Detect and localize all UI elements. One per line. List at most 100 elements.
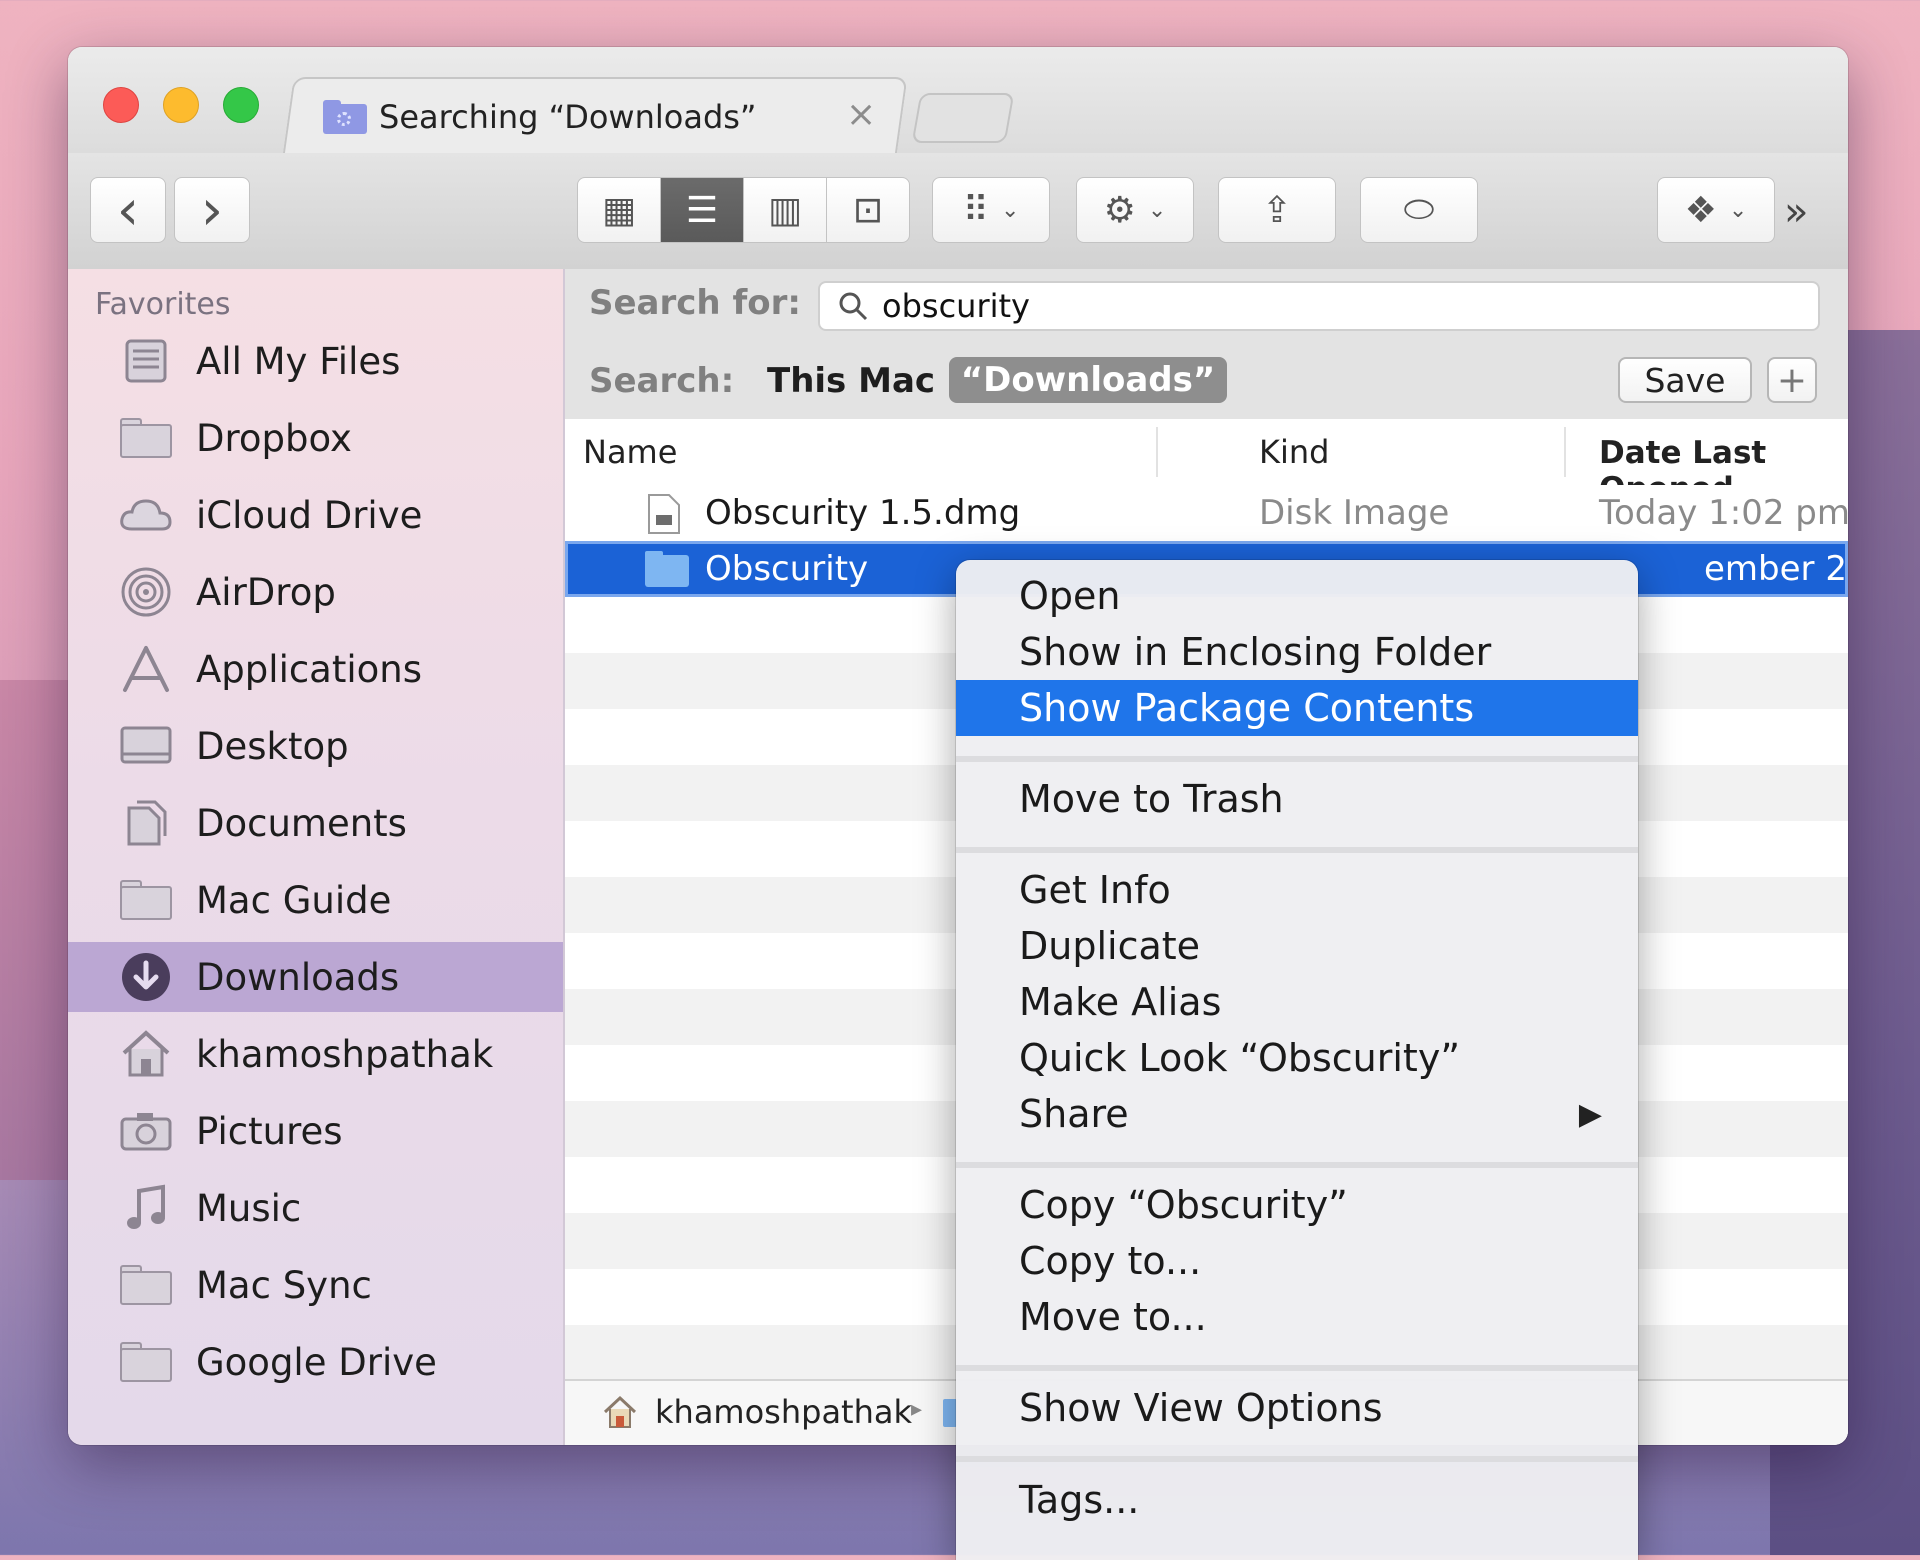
sidebar-item-desktop[interactable]: Desktop [68,711,563,781]
chevron-down-icon: ⌄ [1728,197,1748,223]
column-kind-header[interactable]: Kind [1259,433,1329,471]
chevron-right-icon: › [200,177,224,243]
table-row[interactable]: Obscurity 1.5.dmg Disk Image Today 1:02 … [565,485,1848,541]
gear-icon: ⚙ [1103,189,1136,231]
sidebar-heading: Favorites [95,287,231,322]
sidebar-item-documents[interactable]: Documents [68,788,563,858]
search-for-label: Search for: [589,283,801,323]
column-header: Name Kind Date Last Opened [565,419,1848,507]
menu-item-share[interactable]: Share ▶ [956,1086,1638,1142]
view-coverflow-button[interactable]: ⊡ [826,177,910,243]
close-window-button[interactable] [103,87,139,123]
search-input[interactable]: obscurity [818,281,1820,331]
menu-item-tags[interactable]: Tags... [956,1472,1638,1528]
sidebar-item-label: Mac Sync [196,1263,372,1307]
documents-icon [118,798,174,848]
tab-content: Searching “Downloads” [323,87,757,147]
sidebar-item-label: Google Drive [196,1340,437,1384]
scope-this-mac-button[interactable]: This Mac [767,361,935,401]
menu-item-make-alias[interactable]: Make Alias [956,974,1638,1030]
forward-button[interactable]: › [174,177,250,243]
folder-icon [943,1399,957,1427]
view-icon-button[interactable]: ▦ [577,177,661,243]
applications-icon [118,644,174,694]
folder-icon [118,413,174,463]
sidebar-item-icloud-drive[interactable]: iCloud Drive [68,480,563,550]
file-kind: Disk Image [1259,493,1450,533]
folder-icon [118,1260,174,1310]
toolbar-overflow-icon[interactable]: » [1784,189,1808,235]
sidebar-item-pictures[interactable]: Pictures [68,1096,563,1166]
sidebar-item-label: AirDrop [196,570,336,614]
sidebar-item-label: Documents [196,801,407,845]
sidebar-item-music[interactable]: Music [68,1173,563,1243]
menu-item-move-to-trash[interactable]: Move to Trash [956,771,1638,827]
menu-separator [956,1456,1638,1462]
file-name: Obscurity [705,549,869,589]
grid-icon: ▦ [601,189,636,231]
sidebar-item-khamoshpathak[interactable]: khamoshpathak [68,1019,563,1089]
view-column-button[interactable]: ▥ [743,177,827,243]
sidebar-item-dropbox[interactable]: Dropbox [68,403,563,473]
menu-item-copy-item[interactable]: Copy “Obscurity” [956,1177,1638,1233]
tag-button[interactable]: ⬭ [1360,177,1478,243]
back-button[interactable]: ‹ [90,177,166,243]
search-bar: Search for: obscurity [565,269,1848,344]
smart-folder-icon [323,100,367,134]
sidebar-item-label: All My Files [196,339,401,383]
sidebar-item-label: Mac Guide [196,878,392,922]
file-name: Obscurity 1.5.dmg [705,493,1021,533]
add-criteria-button[interactable]: + [1767,357,1817,403]
menu-item-get-info[interactable]: Get Info [956,862,1638,918]
arrange-button[interactable]: ⠿ ⌄ [932,177,1050,243]
sidebar-item-mac-guide[interactable]: Mac Guide [68,865,563,935]
file-date: ember 2014 [1704,549,1848,589]
tab-close-icon[interactable]: × [846,97,876,133]
menu-item-quick-look[interactable]: Quick Look “Obscurity” [956,1030,1638,1086]
zoom-window-button[interactable] [223,87,259,123]
menu-item-move-to[interactable]: Move to... [956,1289,1638,1345]
airdrop-icon [118,567,174,617]
chevron-down-icon: ⌄ [1000,197,1020,223]
menu-separator [956,1162,1638,1168]
sidebar-item-label: Music [196,1186,302,1230]
action-button[interactable]: ⚙ ⌄ [1076,177,1194,243]
menu-item-show-enclosing-folder[interactable]: Show in Enclosing Folder [956,624,1638,680]
sidebar-item-downloads[interactable]: Downloads [68,942,563,1012]
chevron-down-icon: ⌄ [1147,197,1167,223]
sidebar-item-label: Downloads [196,955,400,999]
menu-item-duplicate[interactable]: Duplicate [956,918,1638,974]
sidebar-item-all-my-files[interactable]: All My Files [68,326,563,396]
tag-icon: ⬭ [1403,189,1435,230]
menu-item-open[interactable]: Open [956,568,1638,624]
sidebar-item-google-drive[interactable]: Google Drive [68,1327,563,1397]
package-folder-icon [643,549,691,593]
home-icon [603,1395,637,1433]
sidebar-item-label: iCloud Drive [196,493,423,537]
sidebar-item-mac-sync[interactable]: Mac Sync [68,1250,563,1320]
sidebar: Favorites All My Files Dropbox iCloud Dr… [68,269,565,1445]
tab-title: Searching “Downloads” [379,98,757,136]
search-scope-label: Search: [589,361,735,401]
menu-separator [956,1365,1638,1371]
menu-item-show-view-options[interactable]: Show View Options [956,1380,1638,1436]
desktop-icon [118,721,174,771]
menu-item-copy-to[interactable]: Copy to... [956,1233,1638,1289]
view-list-button[interactable]: ☰ [660,177,744,243]
sidebar-item-airdrop[interactable]: AirDrop [68,557,563,627]
minimize-window-button[interactable] [163,87,199,123]
downloads-icon [118,952,174,1002]
dropbox-button[interactable]: ❖ ⌄ [1657,177,1775,243]
sidebar-item-applications[interactable]: Applications [68,634,563,704]
share-button[interactable]: ⇪ [1218,177,1336,243]
path-item-home[interactable]: khamoshpathak [655,1393,912,1431]
menu-item-show-package-contents[interactable]: Show Package Contents [956,680,1638,736]
path-separator-icon: ▸ [911,1397,923,1422]
column-name-header[interactable]: Name [583,433,677,471]
scope-downloads-button[interactable]: “Downloads” [949,357,1227,403]
columns-icon: ▥ [767,189,802,231]
camera-icon [118,1106,174,1156]
new-tab-button[interactable] [911,93,1015,143]
folder-icon [118,875,174,925]
save-search-button[interactable]: Save [1618,357,1752,403]
